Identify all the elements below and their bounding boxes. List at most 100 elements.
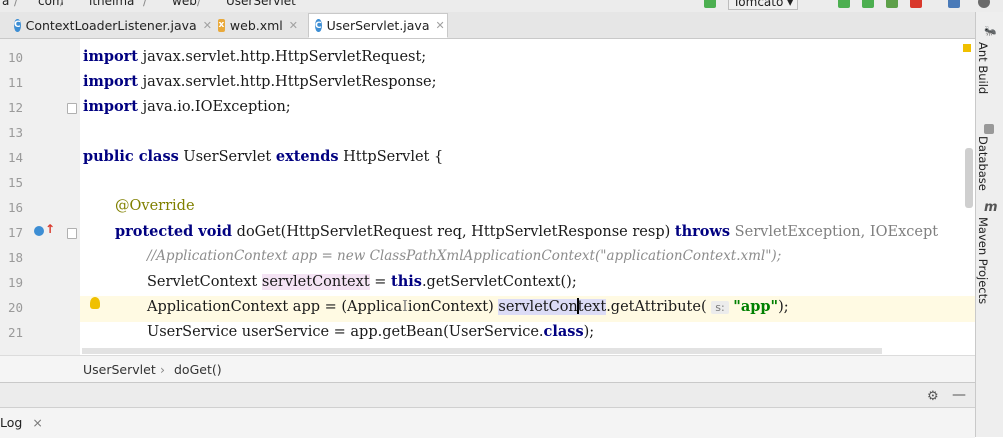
comment: //ApplicationContext app = new ClassPath… [147, 248, 782, 264]
tool-ant-build[interactable]: Ant Build [976, 42, 990, 94]
close-tab-icon[interactable]: ✕ [203, 19, 212, 32]
keyword: import [83, 98, 138, 115]
line-number: 17 [8, 225, 24, 240]
tab-label: UserServlet.java [326, 18, 430, 33]
log-tab-bar: Log × [0, 407, 975, 438]
close-tab-icon[interactable]: ✕ [289, 19, 298, 32]
code-text: ionContext) [407, 299, 499, 315]
tool-database[interactable]: Database [976, 136, 990, 191]
line-number: 16 [8, 200, 24, 215]
line-number: 14 [8, 150, 24, 165]
line-number: 20 [8, 300, 24, 315]
ant-icon: 🐜 [984, 26, 997, 37]
variable-highlight: servletContext [261, 274, 370, 290]
keyword: import [83, 73, 138, 90]
parameter-hint: s: [711, 301, 729, 314]
override-arrow-icon[interactable]: ↑ [45, 222, 55, 236]
tab-userservlet[interactable]: C UserServlet.java ✕ [308, 13, 448, 38]
debug-icon[interactable] [862, 0, 874, 8]
code-line-17: protected void doGet(HttpServletRequest … [115, 223, 938, 240]
close-tab-icon[interactable]: ✕ [436, 19, 445, 32]
code-text: ); [583, 324, 595, 340]
code-text: text [577, 299, 607, 315]
code-line-18: //ApplicationContext app = new ClassPath… [147, 248, 781, 264]
maven-icon: m [984, 200, 998, 215]
code-editor[interactable]: 10 11 12 13 14 15 16 17 18 19 20 21 ↑ im… [0, 39, 975, 355]
crumb-a[interactable]: a [2, 0, 9, 8]
line-number: 12 [8, 100, 24, 115]
override-method-icon[interactable] [34, 226, 44, 236]
code-line-20: ApplicationContext app = (ApplicaIionCon… [147, 298, 789, 315]
line-number: 18 [8, 250, 24, 265]
tab-label: web.xml [229, 17, 283, 33]
line-number: 21 [8, 325, 24, 340]
tool-maven-projects[interactable]: Maven Projects [976, 217, 990, 304]
code-text: javax.servlet.http.HttpServletRequest; [138, 49, 427, 65]
keyword: protected void [115, 223, 233, 240]
keyword: throws [674, 223, 731, 240]
tab-web-xml[interactable]: x web.xml ✕ [212, 14, 304, 36]
xml-file-icon: x [218, 18, 225, 32]
code-text: doGet(HttpServletRequest req, HttpServle… [232, 224, 675, 240]
stop-icon[interactable] [910, 0, 922, 8]
code-text: .getAttribute( [606, 299, 707, 315]
code-text: javax.servlet.http.HttpServletResponse; [138, 74, 437, 90]
code-line-14: public class UserServlet extends HttpSer… [83, 148, 443, 165]
project-structure-icon[interactable] [948, 0, 960, 8]
tab-contextloaderlistener[interactable]: C ContextLoaderListener.java ✕ [8, 14, 212, 36]
code-text: java.io.IOException; [138, 99, 291, 115]
line-number: 19 [8, 275, 24, 290]
keyword: public class [83, 148, 179, 165]
warning-marker-icon[interactable] [963, 44, 971, 52]
tab-label: Log [0, 415, 23, 430]
code-text: HttpServlet { [338, 149, 444, 165]
line-number: 15 [8, 175, 24, 190]
breadcrumb-class[interactable]: UserServlet [83, 362, 156, 377]
gear-icon[interactable]: ⚙ [927, 389, 939, 404]
code-line-10: import javax.servlet.http.HttpServletReq… [83, 48, 426, 65]
minimize-icon[interactable]: — [952, 387, 966, 403]
code-text: ServletContext [147, 274, 262, 290]
run-config-label: Tomcato [733, 0, 784, 9]
line-number: 10 [8, 50, 24, 65]
run-config-select[interactable]: Tomcato ▾ [728, 0, 799, 10]
keyword: import [83, 48, 138, 65]
run-icon[interactable] [838, 0, 850, 8]
code-text: UserService userService = app.getBean(Us… [147, 324, 544, 340]
fold-icon[interactable] [67, 103, 77, 114]
keyword: this [391, 273, 422, 290]
code-text: = [369, 274, 392, 290]
crumb-separator: / [143, 0, 148, 8]
code-line-19: ServletContext servletContext = this.get… [147, 273, 577, 290]
editor-breadcrumb: UserServlet › doGet() [0, 355, 975, 383]
crumb-web[interactable]: web [172, 0, 197, 8]
fold-icon[interactable] [67, 228, 77, 239]
code-text: ); [778, 299, 789, 315]
crumb-separator: / [14, 0, 19, 8]
code-line-11: import javax.servlet.http.HttpServletRes… [83, 73, 437, 90]
breadcrumb-separator: › [160, 362, 165, 377]
code-line-12: import java.io.IOException; [83, 98, 291, 115]
right-tool-bar: 🐜 Ant Build Database m Maven Projects [975, 12, 1003, 437]
keyword: class [543, 323, 584, 340]
crumb-userservlet[interactable]: UserServlet [226, 0, 296, 8]
line-number: 11 [8, 75, 24, 90]
crumb-separator: / [60, 0, 65, 8]
database-icon [984, 124, 994, 134]
coverage-icon[interactable] [886, 0, 898, 8]
code-line-21: UserService userService = app.getBean(Us… [147, 323, 594, 340]
breadcrumb-method[interactable]: doGet() [174, 362, 222, 377]
crumb-itheima[interactable]: itheima [89, 0, 134, 8]
code-line-16: @Override [115, 198, 195, 214]
line-number: 13 [8, 125, 24, 140]
search-icon[interactable] [978, 0, 990, 8]
close-icon[interactable]: × [32, 415, 42, 430]
back-arrow-icon[interactable] [704, 0, 716, 8]
code-text: ApplicationContext app = (Applica [147, 299, 403, 315]
lightbulb-icon[interactable] [90, 297, 100, 309]
code-text: ServletException, IOExcept [730, 224, 939, 240]
tab-log[interactable]: Log × [0, 415, 43, 430]
vertical-scrollbar-thumb[interactable] [965, 148, 973, 208]
annotation: @Override [115, 198, 195, 214]
horizontal-scrollbar[interactable] [82, 348, 882, 354]
